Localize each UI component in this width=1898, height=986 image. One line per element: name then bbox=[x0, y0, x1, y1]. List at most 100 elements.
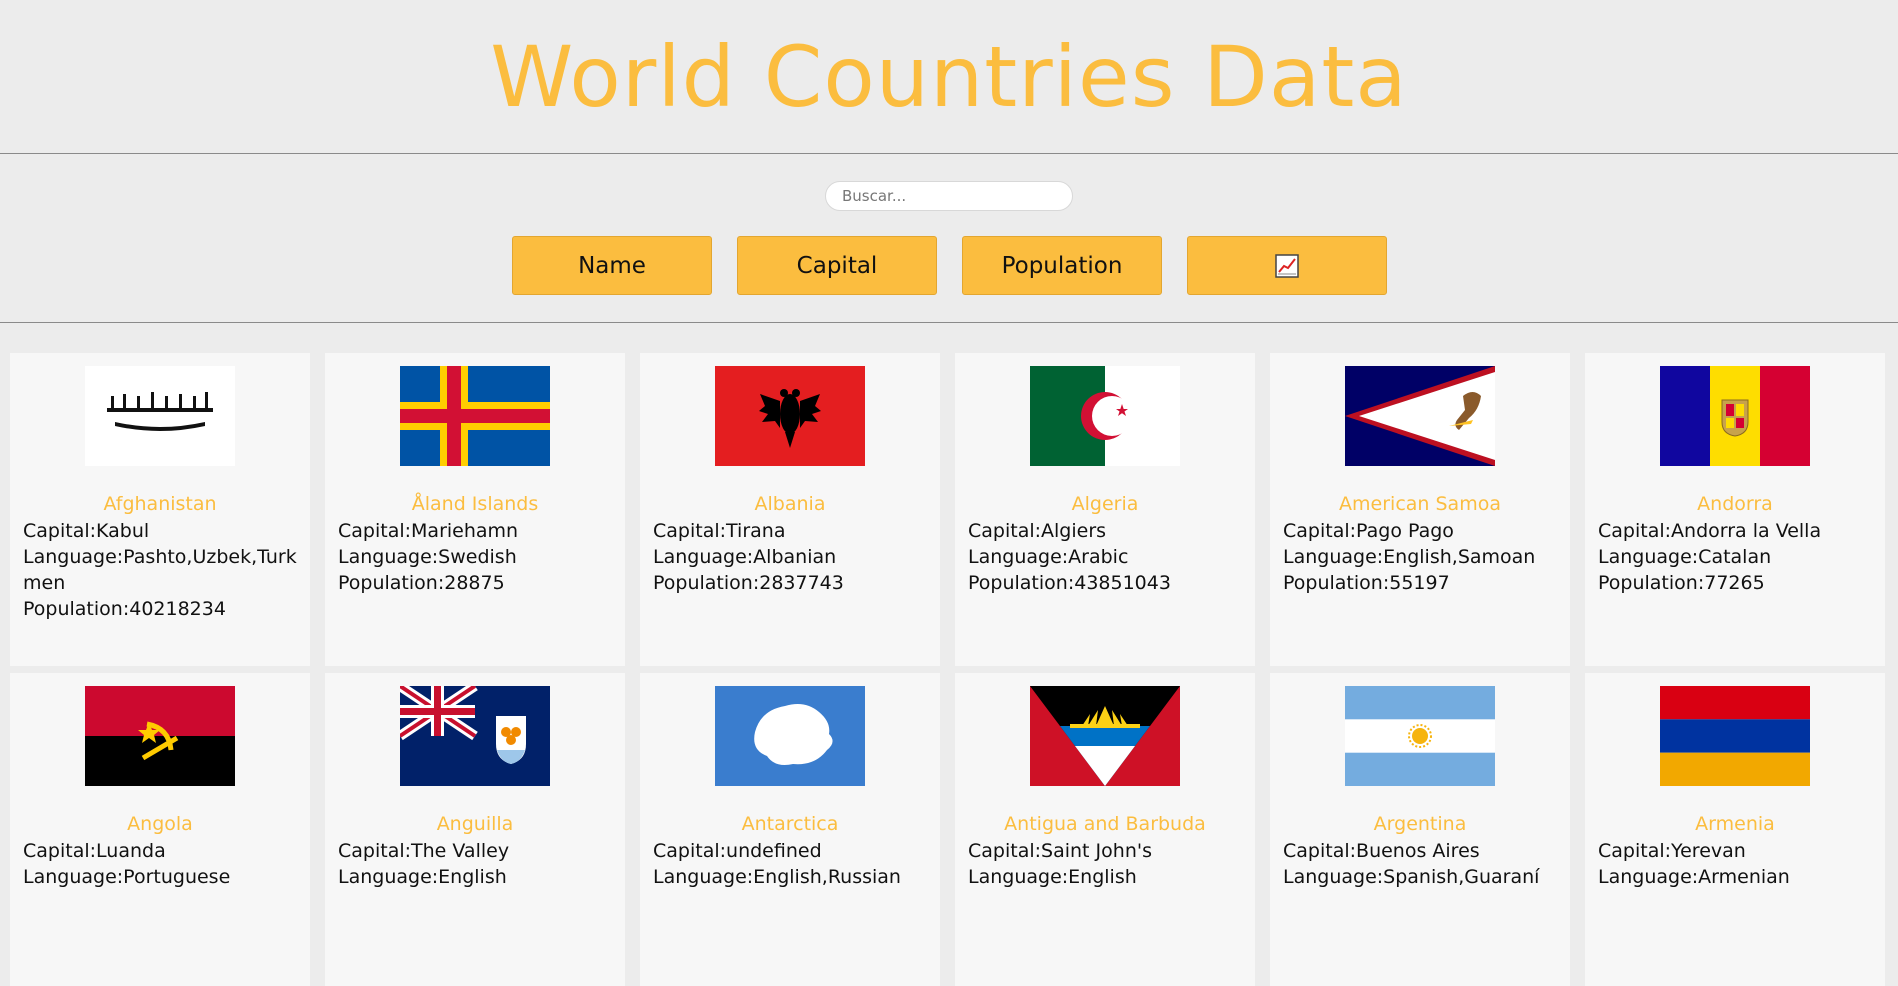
language-value: English bbox=[438, 866, 507, 888]
language-value: English bbox=[1068, 866, 1137, 888]
language-label: Language: bbox=[338, 866, 439, 888]
country-capital: Capital:The Valley bbox=[338, 838, 615, 864]
country-card[interactable]: Antigua and Barbuda Capital:Saint John's… bbox=[955, 673, 1255, 986]
sort-by-name-button[interactable]: Name bbox=[512, 236, 712, 295]
country-card[interactable]: Afghanistan Capital:Kabul Language:Pasht… bbox=[10, 353, 310, 666]
population-label: Population: bbox=[23, 598, 130, 620]
language-value: Catalan bbox=[1698, 546, 1772, 568]
country-language: Language:Swedish bbox=[338, 544, 615, 570]
capital-value: The Valley bbox=[411, 840, 510, 862]
country-info: Capital:Saint John's Language:English Po… bbox=[968, 838, 1245, 890]
country-name: Andorra bbox=[1697, 493, 1773, 515]
language-label: Language: bbox=[338, 546, 439, 568]
country-capital: Capital:Yerevan bbox=[1598, 838, 1875, 864]
country-language: Language:English,Samoan bbox=[1283, 544, 1560, 570]
capital-label: Capital: bbox=[338, 840, 412, 862]
country-name: Anguilla bbox=[436, 813, 514, 835]
capital-label: Capital: bbox=[968, 520, 1042, 542]
country-name: Angola bbox=[127, 813, 193, 835]
capital-label: Capital: bbox=[23, 840, 97, 862]
country-population: Population:43851043 bbox=[968, 570, 1245, 596]
country-language: Language:Pashto,Uzbek,Turkmen bbox=[23, 544, 300, 596]
language-label: Language: bbox=[23, 546, 124, 568]
population-label: Population: bbox=[1598, 572, 1705, 594]
country-language: Language:English bbox=[338, 864, 615, 890]
sort-by-population-button[interactable]: Population bbox=[962, 236, 1162, 295]
country-population: Population:40218234 bbox=[23, 596, 300, 622]
language-label: Language: bbox=[1598, 546, 1699, 568]
population-value: 40218234 bbox=[129, 598, 226, 620]
capital-label: Capital: bbox=[1598, 840, 1672, 862]
country-card[interactable]: Algeria Capital:Algiers Language:Arabic … bbox=[955, 353, 1255, 666]
country-capital: Capital:Andorra la Vella bbox=[1598, 518, 1875, 544]
population-value: 55197 bbox=[1389, 572, 1450, 594]
capital-value: Tirana bbox=[726, 520, 786, 542]
capital-value: Luanda bbox=[96, 840, 166, 862]
language-label: Language: bbox=[653, 866, 754, 888]
country-info: Capital:Buenos Aires Language:Spanish,Gu… bbox=[1283, 838, 1560, 890]
andorra-flag bbox=[1660, 366, 1810, 466]
population-value: 28875 bbox=[444, 572, 505, 594]
capital-label: Capital: bbox=[968, 840, 1042, 862]
country-info: Capital:Pago Pago Language:English,Samoa… bbox=[1283, 518, 1560, 596]
population-label: Population: bbox=[653, 572, 760, 594]
country-card[interactable]: American Samoa Capital:Pago Pago Languag… bbox=[1270, 353, 1570, 666]
language-value: English,Samoan bbox=[1383, 546, 1536, 568]
capital-value: Saint John's bbox=[1041, 840, 1152, 862]
country-card[interactable]: Armenia Capital:Yerevan Language:Armenia… bbox=[1585, 673, 1885, 986]
capital-label: Capital: bbox=[653, 840, 727, 862]
capital-value: Yerevan bbox=[1671, 840, 1746, 862]
country-info: Capital:undefined Language:English,Russi… bbox=[653, 838, 930, 890]
country-population: Population:55197 bbox=[1283, 570, 1560, 596]
capital-value: Buenos Aires bbox=[1356, 840, 1480, 862]
country-card[interactable]: Antarctica Capital:undefined Language:En… bbox=[640, 673, 940, 986]
albania-flag bbox=[715, 366, 865, 466]
country-card[interactable]: Argentina Capital:Buenos Aires Language:… bbox=[1270, 673, 1570, 986]
country-language: Language:English,Russian bbox=[653, 864, 930, 890]
country-info: Capital:Luanda Language:Portuguese Popul… bbox=[23, 838, 300, 890]
country-language: Language:English bbox=[968, 864, 1245, 890]
capital-label: Capital: bbox=[23, 520, 97, 542]
country-capital: Capital:Mariehamn bbox=[338, 518, 615, 544]
country-name: Armenia bbox=[1695, 813, 1775, 835]
country-info: Capital:The Valley Language:English Popu… bbox=[338, 838, 615, 890]
country-population: Population:77265 bbox=[1598, 570, 1875, 596]
country-capital: Capital:Algiers bbox=[968, 518, 1245, 544]
language-label: Language: bbox=[968, 866, 1069, 888]
country-card[interactable]: Åland Islands Capital:Mariehamn Language… bbox=[325, 353, 625, 666]
capital-value: Mariehamn bbox=[411, 520, 519, 542]
language-value: Albanian bbox=[753, 546, 837, 568]
sort-by-capital-button[interactable]: Capital bbox=[737, 236, 937, 295]
chart-button[interactable] bbox=[1187, 236, 1387, 295]
country-language: Language:Spanish,Guaraní bbox=[1283, 864, 1560, 890]
population-value: 2837743 bbox=[759, 572, 844, 594]
country-info: Capital:Mariehamn Language:Swedish Popul… bbox=[338, 518, 615, 596]
language-value: English,Russian bbox=[753, 866, 901, 888]
language-label: Language: bbox=[1598, 866, 1699, 888]
search-input[interactable] bbox=[825, 181, 1073, 211]
population-value: 43851043 bbox=[1074, 572, 1171, 594]
country-capital: Capital:Kabul bbox=[23, 518, 300, 544]
anguilla-flag bbox=[400, 686, 550, 786]
country-name: Algeria bbox=[1071, 493, 1139, 515]
language-value: Spanish,Guaraní bbox=[1383, 866, 1540, 888]
capital-value: Andorra la Vella bbox=[1671, 520, 1822, 542]
capital-label: Capital: bbox=[1598, 520, 1672, 542]
country-capital: Capital:undefined bbox=[653, 838, 930, 864]
capital-label: Capital: bbox=[338, 520, 412, 542]
country-name: Albania bbox=[754, 493, 826, 515]
capital-value: Pago Pago bbox=[1356, 520, 1454, 542]
country-card[interactable]: Anguilla Capital:The Valley Language:Eng… bbox=[325, 673, 625, 986]
page-title: World Countries Data bbox=[490, 27, 1408, 126]
country-card[interactable]: Andorra Capital:Andorra la Vella Languag… bbox=[1585, 353, 1885, 666]
country-name: Antarctica bbox=[741, 813, 839, 835]
country-language: Language:Portuguese bbox=[23, 864, 300, 890]
country-card[interactable]: Albania Capital:Tirana Language:Albanian… bbox=[640, 353, 940, 666]
country-language: Language:Albanian bbox=[653, 544, 930, 570]
language-label: Language: bbox=[968, 546, 1069, 568]
language-label: Language: bbox=[1283, 546, 1384, 568]
country-card[interactable]: Angola Capital:Luanda Language:Portugues… bbox=[10, 673, 310, 986]
capital-value: Algiers bbox=[1041, 520, 1107, 542]
capital-label: Capital: bbox=[1283, 840, 1357, 862]
country-language: Language:Armenian bbox=[1598, 864, 1875, 890]
